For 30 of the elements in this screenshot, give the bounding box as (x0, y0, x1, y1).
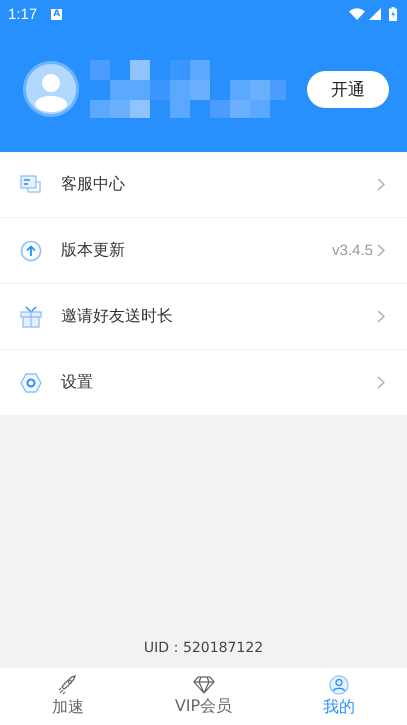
menu-item[interactable]: 设置 (0, 350, 407, 415)
chevron-icon (377, 310, 385, 323)
uid-text: UID：520187122 (144, 639, 264, 657)
menu-label: 版本更新 (61, 240, 125, 261)
chevron-icon (377, 244, 385, 257)
upload-icon (20, 240, 42, 262)
avatar-icon (22, 60, 80, 118)
settings-icon (20, 372, 42, 394)
rocket-icon (58, 675, 78, 695)
nav-tab[interactable]: 加速 (0, 668, 136, 725)
menu-label: 设置 (61, 372, 93, 393)
activate-button[interactable]: 开通 (307, 70, 389, 108)
menu-label: 邀请好友送时长 (61, 306, 173, 327)
notification-icon: A (51, 8, 62, 20)
menu-item[interactable]: 版本更新 v3.4.5 (0, 218, 407, 284)
wifi-icon (349, 8, 365, 20)
menu-item[interactable]: 邀请好友送时长 (0, 284, 407, 350)
chat-icon (20, 174, 42, 194)
battery-icon (389, 7, 397, 21)
chevron-icon (377, 178, 385, 191)
user-icon (329, 675, 350, 695)
chevron-icon (377, 376, 385, 389)
diamond-icon (192, 676, 214, 694)
signal-icon (369, 8, 381, 20)
menu-item[interactable]: 客服中心 (0, 152, 407, 218)
menu-label: 客服中心 (61, 174, 125, 195)
status-time: 1:17 (8, 6, 38, 22)
gift-icon (20, 306, 42, 328)
nav-tab[interactable]: VIP会员 (136, 668, 272, 725)
version-text: v3.4.5 (332, 242, 373, 259)
